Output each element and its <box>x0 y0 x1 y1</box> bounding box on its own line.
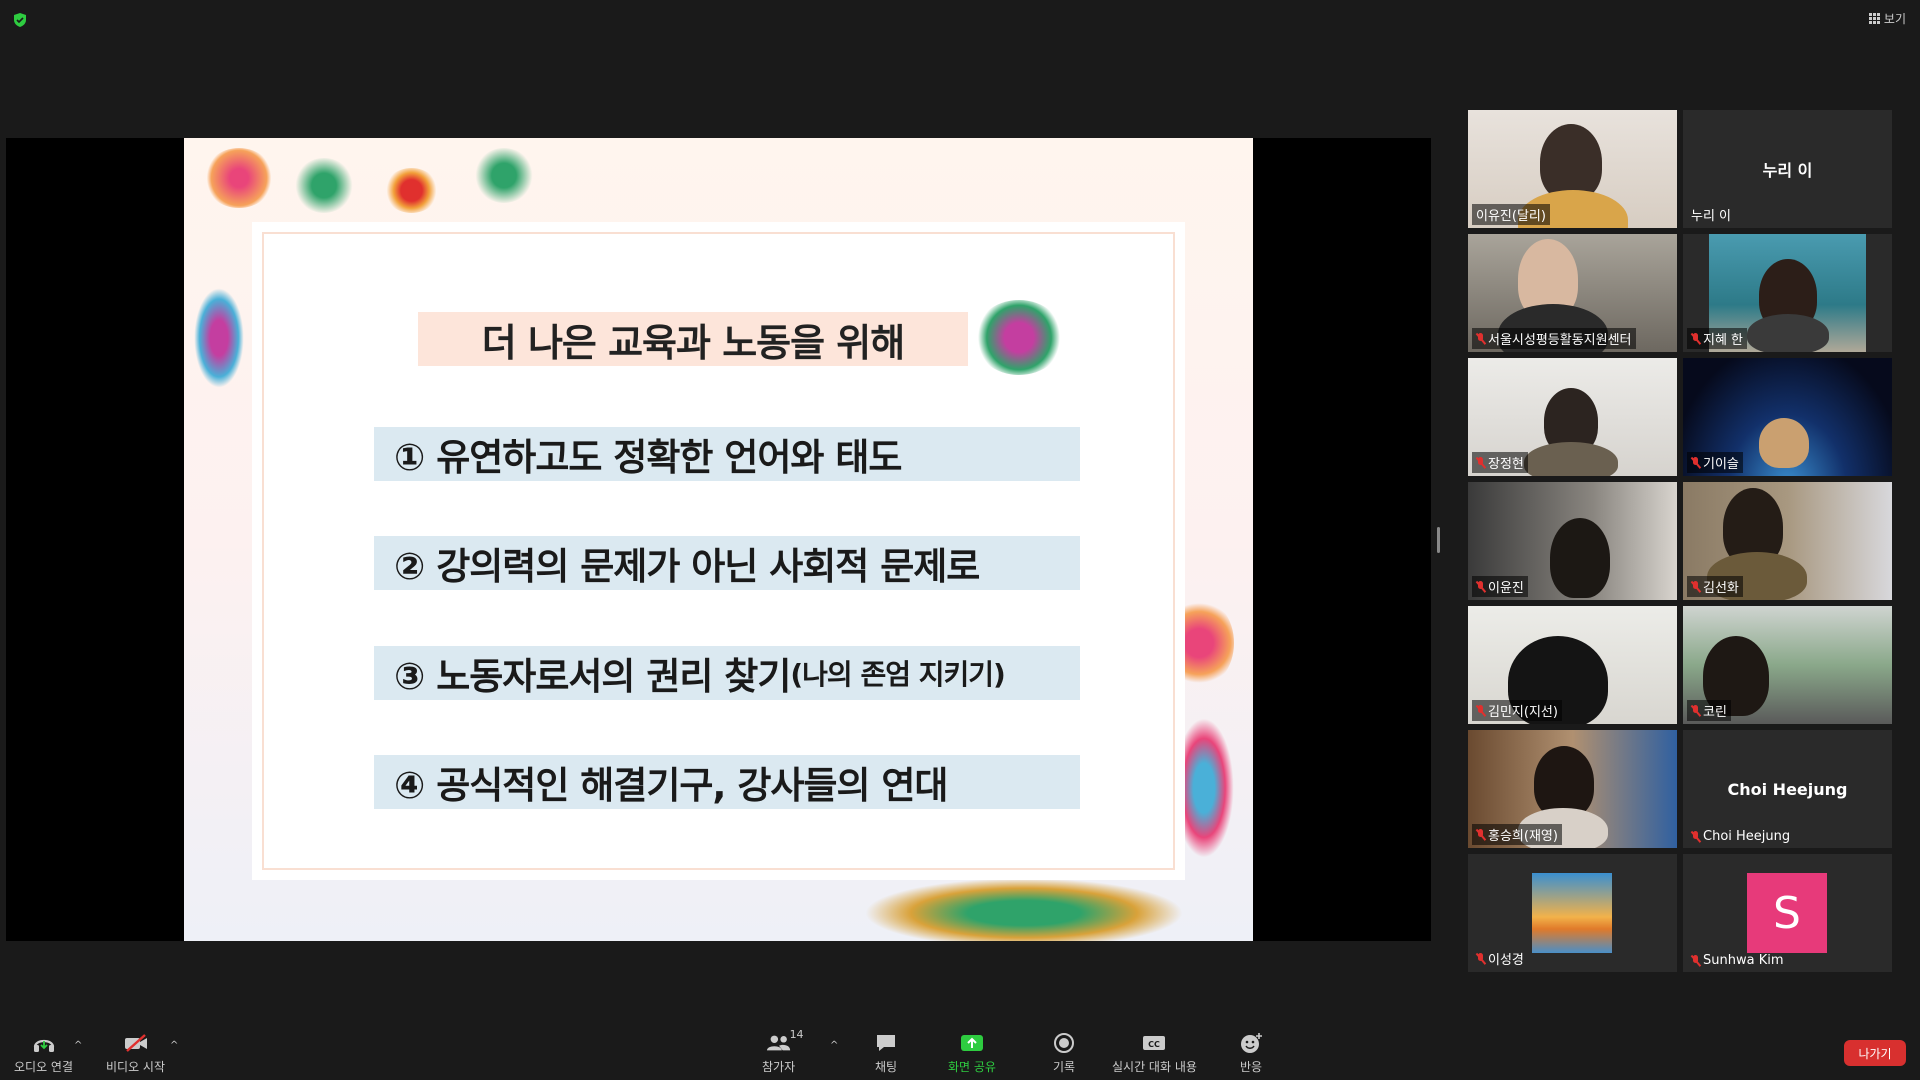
slide-title: 더 나은 교육과 노동을 위해 <box>481 320 905 365</box>
participant-name: 기이슬 <box>1687 452 1743 473</box>
participant-name: 지혜 한 <box>1687 328 1748 349</box>
video-button[interactable]: 비디오 시작 <box>106 1032 165 1075</box>
participant-name: Sunhwa Kim <box>1687 952 1788 969</box>
slide-item-4: ④ 공식적인 해결기구, 강사들의 연대 <box>374 755 1080 809</box>
participant-name: 누리 이 <box>1691 209 1732 224</box>
smiley-icon <box>1238 1032 1264 1054</box>
captions-button[interactable]: CC 실시간 대화 내용 <box>1112 1032 1197 1075</box>
audio-caret-icon[interactable]: ^ <box>74 1040 82 1051</box>
slide-item-1: ① 유연하고도 정확한 언어와 태도 <box>374 427 1080 481</box>
flower-decoration <box>974 300 1064 375</box>
participant-tile[interactable]: 누리 이 누리 이 <box>1683 110 1892 228</box>
participant-name: 이윤진 <box>1472 576 1528 597</box>
participant-name: 코린 <box>1687 700 1731 721</box>
participant-name: 김민지(지선) <box>1472 700 1562 721</box>
participant-name: 장정현 <box>1472 452 1528 473</box>
participant-tile[interactable]: 이윤진 <box>1468 482 1677 600</box>
mic-muted-icon <box>1691 954 1700 967</box>
participants-button[interactable]: 14 참가자 <box>762 1028 804 1075</box>
mic-muted-icon <box>1476 332 1485 345</box>
participant-tile[interactable]: 이성경 <box>1468 854 1677 972</box>
flower-decoration <box>384 168 439 213</box>
leaf-decoration <box>294 158 354 213</box>
mic-muted-icon <box>1691 332 1700 345</box>
flower-decoration <box>204 148 274 208</box>
participant-tile[interactable]: 이유진(달리) <box>1468 110 1677 228</box>
shared-screen: 더 나은 교육과 노동을 위해 ① 유연하고도 정확한 언어와 태도 ② 강의력… <box>6 138 1431 941</box>
resize-handle[interactable] <box>1437 527 1440 553</box>
participants-count: 14 <box>789 1028 804 1041</box>
mic-muted-icon <box>1691 456 1700 469</box>
record-button[interactable]: 기록 <box>1051 1032 1077 1075</box>
profile-picture <box>1532 873 1612 953</box>
mic-muted-icon <box>1476 952 1485 965</box>
mic-muted-icon <box>1476 456 1485 469</box>
participant-tile[interactable]: 장정현 <box>1468 358 1677 476</box>
participants-caret-icon[interactable]: ^ <box>830 1040 838 1051</box>
slide-item-3: ③ 노동자로서의 권리 찾기 (나의 존엄 지키기) <box>374 646 1080 700</box>
mic-muted-icon <box>1476 828 1485 841</box>
leave-button[interactable]: 나가기 <box>1844 1040 1906 1066</box>
mic-muted-icon <box>1476 580 1485 593</box>
participant-name: 이유진(달리) <box>1472 204 1550 225</box>
slide-item-2: ② 강의력의 문제가 아닌 사회적 문제로 <box>374 536 1080 590</box>
participant-name: 김선화 <box>1687 576 1743 597</box>
share-screen-icon <box>959 1032 985 1054</box>
reactions-button[interactable]: 반응 <box>1238 1032 1264 1075</box>
participant-tile[interactable]: 김민지(지선) <box>1468 606 1677 724</box>
participant-tile[interactable]: 지혜 한 <box>1683 234 1892 352</box>
participant-tile[interactable]: 코린 <box>1683 606 1892 724</box>
record-icon <box>1051 1032 1077 1054</box>
participant-tile[interactable]: 홍승희(재영) <box>1468 730 1677 848</box>
grid-icon <box>1868 13 1880 24</box>
presentation-slide: 더 나은 교육과 노동을 위해 ① 유연하고도 정확한 언어와 태도 ② 강의력… <box>184 138 1253 941</box>
mic-muted-icon <box>1476 704 1485 717</box>
security-shield-icon[interactable] <box>12 12 28 28</box>
mic-muted-icon <box>1691 830 1700 843</box>
chat-button[interactable]: 채팅 <box>873 1032 899 1075</box>
leaf-decoration <box>864 878 1184 941</box>
participant-tile[interactable]: Choi Heejung Choi Heejung <box>1683 730 1892 848</box>
video-off-icon <box>123 1032 149 1054</box>
participant-tile[interactable]: 김선화 <box>1683 482 1892 600</box>
participant-tile[interactable]: S Sunhwa Kim <box>1683 854 1892 972</box>
video-caret-icon[interactable]: ^ <box>170 1040 178 1051</box>
participant-name: 서울시성평등활동지원센터 <box>1472 328 1636 349</box>
leaf-decoration <box>474 148 534 203</box>
view-label: 보기 <box>1883 12 1906 26</box>
participant-tile[interactable]: 기이슬 <box>1683 358 1892 476</box>
mic-muted-icon <box>1691 704 1700 717</box>
participant-name: Choi Heejung <box>1687 828 1794 845</box>
mic-muted-icon <box>1691 580 1700 593</box>
meeting-toolbar: 오디오 연결 ^ 비디오 시작 ^ 14 참가자 ^ 채팅 화면 공유 기록 C… <box>0 1010 1920 1080</box>
view-button[interactable]: 보기 <box>1868 10 1906 27</box>
flower-decoration <box>194 288 244 388</box>
participants-icon: 14 <box>766 1028 804 1054</box>
participant-tile[interactable]: 서울시성평등활동지원센터 <box>1468 234 1677 352</box>
avatar-initial: S <box>1747 873 1827 953</box>
participant-name: 이성경 <box>1472 948 1528 969</box>
top-bar: 보기 <box>0 0 1920 40</box>
chat-icon <box>873 1032 899 1054</box>
svg-text:CC: CC <box>1149 1040 1161 1049</box>
headphones-icon <box>31 1032 57 1054</box>
share-screen-button[interactable]: 화면 공유 <box>948 1032 996 1075</box>
audio-button[interactable]: 오디오 연결 <box>14 1032 73 1075</box>
participant-name: 홍승희(재영) <box>1472 824 1562 845</box>
closed-captions-icon: CC <box>1141 1032 1167 1054</box>
